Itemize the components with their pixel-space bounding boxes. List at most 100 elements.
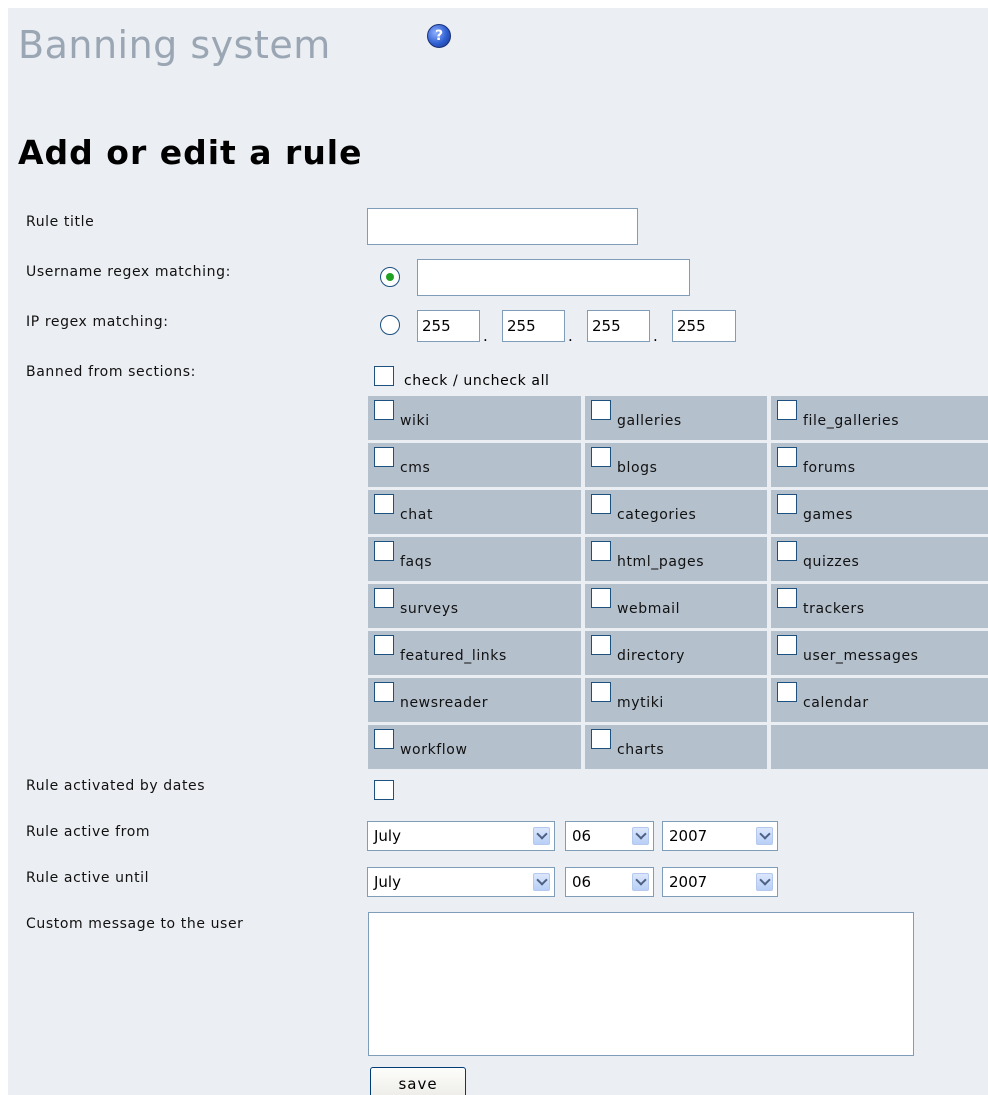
custom-message-textarea[interactable] [368, 912, 914, 1056]
section-label: featured_links [400, 648, 507, 664]
chevron-down-icon[interactable] [756, 873, 773, 891]
section-checkbox[interactable] [374, 541, 394, 561]
selected-value: 2007 [669, 873, 708, 891]
save-button[interactable]: save [370, 1067, 466, 1095]
active-from-month-select[interactable]: July [367, 821, 555, 851]
section-label: calendar [803, 695, 869, 711]
section-label: games [803, 507, 854, 523]
section-checkbox[interactable] [374, 400, 394, 420]
section-label: faqs [400, 554, 433, 570]
section-cell-games: games [771, 490, 988, 534]
username-regex-label: Username regex matching: [26, 264, 231, 280]
section-cell-chat: chat [368, 490, 581, 534]
section-checkbox[interactable] [777, 682, 797, 702]
section-cell-cms: cms [368, 443, 581, 487]
section-cell-faqs: faqs [368, 537, 581, 581]
section-checkbox[interactable] [777, 541, 797, 561]
section-cell-charts: charts [585, 725, 767, 769]
ip-separator: . [483, 327, 488, 345]
section-checkbox[interactable] [374, 588, 394, 608]
section-checkbox[interactable] [591, 494, 611, 514]
section-checkbox[interactable] [374, 729, 394, 749]
section-label: trackers [803, 601, 865, 617]
section-checkbox[interactable] [591, 541, 611, 561]
section-cell-empty [771, 725, 988, 769]
section-label: newsreader [400, 695, 489, 711]
chevron-down-icon[interactable] [533, 873, 550, 891]
active-until-year-select[interactable]: 2007 [662, 867, 778, 897]
selected-value: 2007 [669, 827, 708, 845]
section-label: user_messages [803, 648, 919, 664]
section-cell-surveys: surveys [368, 584, 581, 628]
section-checkbox[interactable] [777, 400, 797, 420]
section-label: quizzes [803, 554, 860, 570]
section-checkbox[interactable] [591, 682, 611, 702]
selected-value: 06 [572, 827, 592, 845]
ip-separator: . [653, 327, 658, 345]
rule-title-input[interactable] [367, 208, 638, 245]
section-checkbox[interactable] [374, 447, 394, 467]
chevron-down-icon[interactable] [756, 827, 773, 845]
active-until-month-select[interactable]: July [367, 867, 555, 897]
section-cell-categories: categories [585, 490, 767, 534]
section-checkbox[interactable] [374, 682, 394, 702]
active-from-day-select[interactable]: 06 [565, 821, 654, 851]
section-checkbox[interactable] [374, 635, 394, 655]
check-all-label: check / uncheck all [404, 373, 550, 389]
section-label: categories [617, 507, 697, 523]
username-regex-radio[interactable] [380, 267, 400, 287]
section-cell-file-galleries: file_galleries [771, 396, 988, 440]
page-title: Banning system [18, 23, 331, 67]
section-cell-trackers: trackers [771, 584, 988, 628]
section-checkbox[interactable] [777, 588, 797, 608]
chevron-down-icon[interactable] [632, 827, 649, 845]
active-from-year-select[interactable]: 2007 [662, 821, 778, 851]
chevron-down-icon[interactable] [533, 827, 550, 845]
section-label: cms [400, 460, 431, 476]
section-cell-directory: directory [585, 631, 767, 675]
chevron-down-icon[interactable] [632, 873, 649, 891]
section-checkbox[interactable] [777, 447, 797, 467]
ip-octet-4-input[interactable] [672, 310, 736, 342]
section-cell-html-pages: html_pages [585, 537, 767, 581]
section-cell-workflow: workflow [368, 725, 581, 769]
section-checkbox[interactable] [591, 635, 611, 655]
activated-by-dates-checkbox[interactable] [374, 780, 394, 800]
ip-separator: . [568, 327, 573, 345]
section-checkbox[interactable] [591, 447, 611, 467]
section-cell-galleries: galleries [585, 396, 767, 440]
section-checkbox[interactable] [591, 588, 611, 608]
section-checkbox[interactable] [777, 494, 797, 514]
selected-value: 06 [572, 873, 592, 891]
section-label: forums [803, 460, 856, 476]
custom-message-label: Custom message to the user [26, 916, 244, 932]
ip-octet-2-input[interactable] [502, 310, 565, 342]
section-cell-newsreader: newsreader [368, 678, 581, 722]
section-label: mytiki [617, 695, 664, 711]
ip-regex-label: IP regex matching: [26, 314, 169, 330]
section-cell-featured-links: featured_links [368, 631, 581, 675]
section-label: charts [617, 742, 665, 758]
section-cell-forums: forums [771, 443, 988, 487]
section-label: directory [617, 648, 686, 664]
help-icon[interactable]: ? [427, 24, 451, 48]
section-checkbox[interactable] [777, 635, 797, 655]
section-checkbox[interactable] [374, 494, 394, 514]
section-checkbox[interactable] [591, 729, 611, 749]
activated-by-dates-label: Rule activated by dates [26, 778, 206, 794]
section-checkbox[interactable] [591, 400, 611, 420]
ip-regex-radio[interactable] [380, 315, 400, 335]
form-heading: Add or edit a rule [18, 133, 363, 172]
section-cell-quizzes: quizzes [771, 537, 988, 581]
section-label: blogs [617, 460, 658, 476]
username-regex-input[interactable] [417, 259, 690, 296]
section-label: html_pages [617, 554, 705, 570]
ip-octet-1-input[interactable] [417, 310, 480, 342]
active-until-day-select[interactable]: 06 [565, 867, 654, 897]
ip-octet-3-input[interactable] [587, 310, 650, 342]
section-label: surveys [400, 601, 459, 617]
active-until-label: Rule active until [26, 870, 150, 886]
section-label: webmail [617, 601, 681, 617]
check-all-checkbox[interactable] [374, 366, 394, 386]
selected-value: July [374, 873, 401, 891]
